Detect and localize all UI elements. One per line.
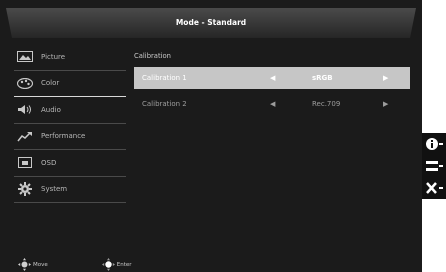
close-button[interactable] — [422, 177, 446, 199]
menu-button[interactable] — [422, 155, 446, 177]
calibration-2-label: Calibration 2 — [142, 100, 187, 108]
calibration-1-label: Calibration 1 — [142, 74, 187, 82]
enter-hint: Enter — [101, 258, 132, 271]
gear-icon — [16, 182, 33, 197]
enter-joystick-icon — [101, 258, 115, 271]
calibration-1-row[interactable]: Calibration 1 ◀ sRGB ▶ — [134, 67, 410, 89]
palette-icon — [16, 77, 33, 89]
sidebar-item-audio[interactable]: Audio — [14, 97, 126, 124]
picture-icon — [16, 51, 33, 63]
header-bar: Mode - Standard — [0, 8, 422, 38]
move-label: Move — [33, 261, 48, 268]
speaker-icon — [16, 104, 33, 116]
right-arrow-icon[interactable]: ▶ — [383, 74, 388, 82]
calibration-2-row[interactable]: Calibration 2 ◀ Rec.709 ▶ — [134, 93, 410, 115]
osd-window: Mode - Standard Picture Color Audio Perf… — [0, 0, 422, 272]
section-title: Calibration — [134, 52, 171, 60]
sidebar-item-osd[interactable]: OSD — [14, 150, 126, 177]
close-icon — [426, 182, 443, 194]
sidebar-item-performance[interactable]: Performance — [14, 124, 126, 150]
sidebar-item-picture[interactable]: Picture — [14, 44, 126, 71]
info-icon — [426, 138, 443, 150]
performance-icon — [16, 130, 33, 142]
sidebar-item-label: Color — [41, 79, 60, 88]
sidebar-item-system[interactable]: System — [14, 177, 126, 203]
sidebar-item-color[interactable]: Color — [14, 71, 126, 97]
move-joystick-icon — [18, 258, 31, 271]
sidebar: Picture Color Audio Performance OSD Syst… — [14, 44, 126, 203]
menu-icon — [426, 161, 443, 171]
footer-hints: Move Enter — [18, 258, 186, 271]
move-hint: Move — [18, 258, 48, 271]
page-title: Mode - Standard — [175, 18, 247, 27]
sidebar-item-label: System — [41, 185, 68, 194]
hotkey-panel — [422, 133, 446, 199]
sidebar-item-label: Picture — [41, 52, 66, 61]
sidebar-item-label: OSD — [41, 158, 57, 167]
left-arrow-icon[interactable]: ◀ — [270, 74, 275, 82]
calibration-2-value: Rec.709 — [312, 100, 341, 108]
info-button[interactable] — [422, 133, 446, 155]
sidebar-item-label: Performance — [41, 132, 86, 141]
right-arrow-icon[interactable]: ▶ — [383, 100, 388, 108]
sidebar-item-label: Audio — [41, 105, 61, 114]
left-arrow-icon[interactable]: ◀ — [270, 100, 275, 108]
osd-icon — [16, 157, 33, 169]
calibration-1-value: sRGB — [312, 74, 333, 82]
enter-label: Enter — [116, 261, 132, 268]
